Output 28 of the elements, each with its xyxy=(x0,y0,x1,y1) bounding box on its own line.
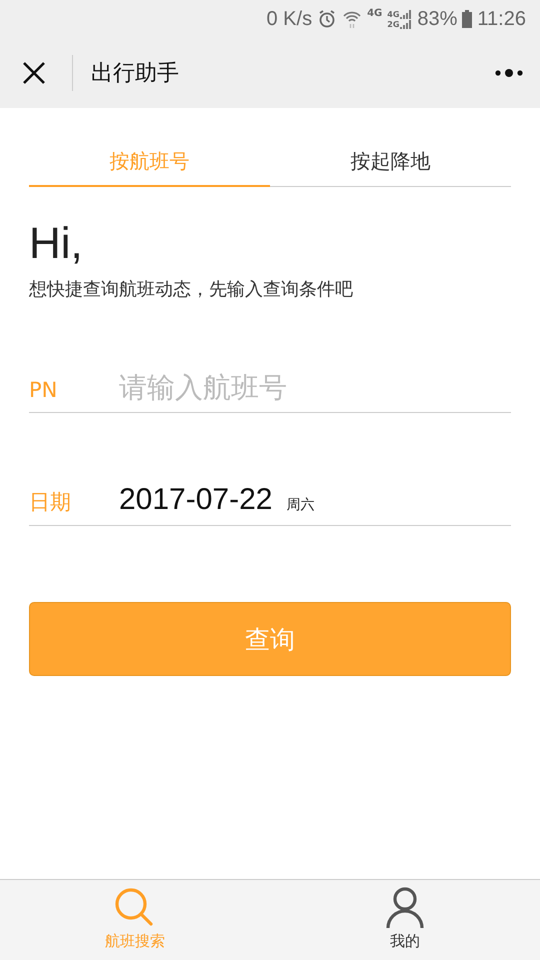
tab[interactable]: 按航班号 xyxy=(29,142,270,187)
clock: 11:26 xyxy=(477,8,526,30)
page-title: 出行助手 xyxy=(91,60,180,88)
wifi-icon xyxy=(342,9,362,29)
input-field[interactable]: 请输入航班号 xyxy=(119,371,511,404)
network-speed: 0 K/s xyxy=(266,8,312,30)
battery-icon xyxy=(462,10,472,28)
field-label: PN xyxy=(29,378,58,402)
search-button[interactable]: 查询 xyxy=(29,602,511,676)
alarm-icon xyxy=(317,9,338,29)
close-button[interactable] xyxy=(22,61,46,85)
more-icon xyxy=(494,68,524,78)
network-label: 2G xyxy=(387,20,400,28)
nav-tab[interactable]: 航班搜索 xyxy=(0,880,270,960)
nav-tab[interactable]: 我的 xyxy=(270,880,540,960)
date-value: 2017-07-22 xyxy=(119,483,272,517)
field-label: 日期 xyxy=(29,489,72,516)
battery-level: 83% xyxy=(417,8,458,30)
greeting: Hi, xyxy=(29,219,84,269)
network-label: 4G xyxy=(387,10,400,18)
more-button[interactable] xyxy=(494,68,524,78)
signal-icon xyxy=(400,10,412,18)
close-icon xyxy=(22,61,46,85)
weekday-label: 周六 xyxy=(286,496,314,514)
network-label: 4G xyxy=(367,8,382,19)
signal-icon xyxy=(400,20,412,28)
tab[interactable]: 按起降地 xyxy=(270,142,511,187)
subtitle: 想快捷查询航班动态，先输入查询条件吧 xyxy=(29,278,354,301)
